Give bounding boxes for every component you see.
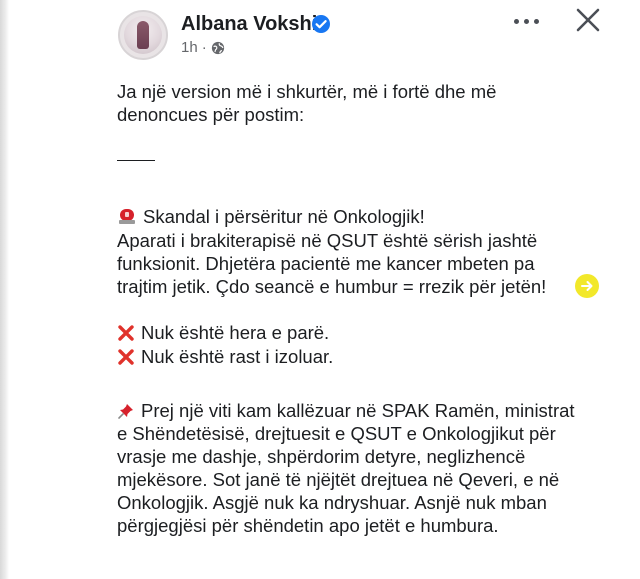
headline-text: Skandal i përsëritur në Onkologjik! [143,206,425,227]
close-icon[interactable] [574,6,602,34]
more-options-icon [533,18,539,24]
avatar-figure [137,21,149,49]
post-text-line: Onkologjik. Asgjë nuk ka ndryshuar. Asnj… [117,492,547,513]
avatar[interactable] [118,10,168,60]
screen-edge [0,0,9,579]
post-meta: 1h · [181,38,225,58]
verified-badge-icon [312,15,330,33]
cross-mark-icon [118,325,134,341]
pushpin-icon [118,404,133,419]
pin-line: Prej një viti kam kallëzuar në SPAK Ramë… [117,400,575,422]
post-text-line: trajtim jetik. Çdo seancë e humbur = rre… [117,276,547,297]
post-time[interactable]: 1h [181,38,198,58]
facebook-post: Albana Vokshi 1h · Ja një version më i s… [0,0,640,579]
globe-icon[interactable] [211,41,225,55]
cross-line: Nuk është rast i izoluar. [117,346,333,368]
arrow-right-icon[interactable] [575,274,599,298]
post-text-line: e Shëndetësisë, drejtuesit e QSUT e Onko… [117,423,556,444]
pin-text: Prej një viti kam kallëzuar në SPAK Ramë… [141,400,575,421]
cross-text: Nuk është hera e parë. [141,322,330,343]
post-text-line: funksionit. Dhjetëra pacientë me kancer … [117,253,535,274]
more-options-icon [523,18,529,24]
author-name[interactable]: Albana Vokshi [181,12,317,36]
meta-separator: · [201,39,207,56]
more-options-button[interactable] [506,8,546,34]
headline-line: Skandal i përsëritur në Onkologjik! [117,206,425,228]
more-options-icon [513,18,519,24]
divider-line [117,160,155,161]
post-text-line: mjekësore. Sot janë të njëjtët drejtuea … [117,469,560,490]
post-text-line: vrasje me dashje, shpërdorim detyre, neg… [117,446,526,467]
cross-mark-icon [118,349,134,365]
cross-text: Nuk është rast i izoluar. [141,346,334,367]
post-text-line: Aparati i brakiterapisë në QSUT është së… [117,230,538,251]
post-text-line: denoncues për postim: [117,104,305,125]
siren-icon [119,209,135,224]
cross-line: Nuk është hera e parë. [117,322,329,344]
post-text-line: përgjegjësi për shëndetin apo jetët e hu… [117,515,499,536]
post-text-line: Ja një version më i shkurtër, më i fortë… [117,81,497,102]
